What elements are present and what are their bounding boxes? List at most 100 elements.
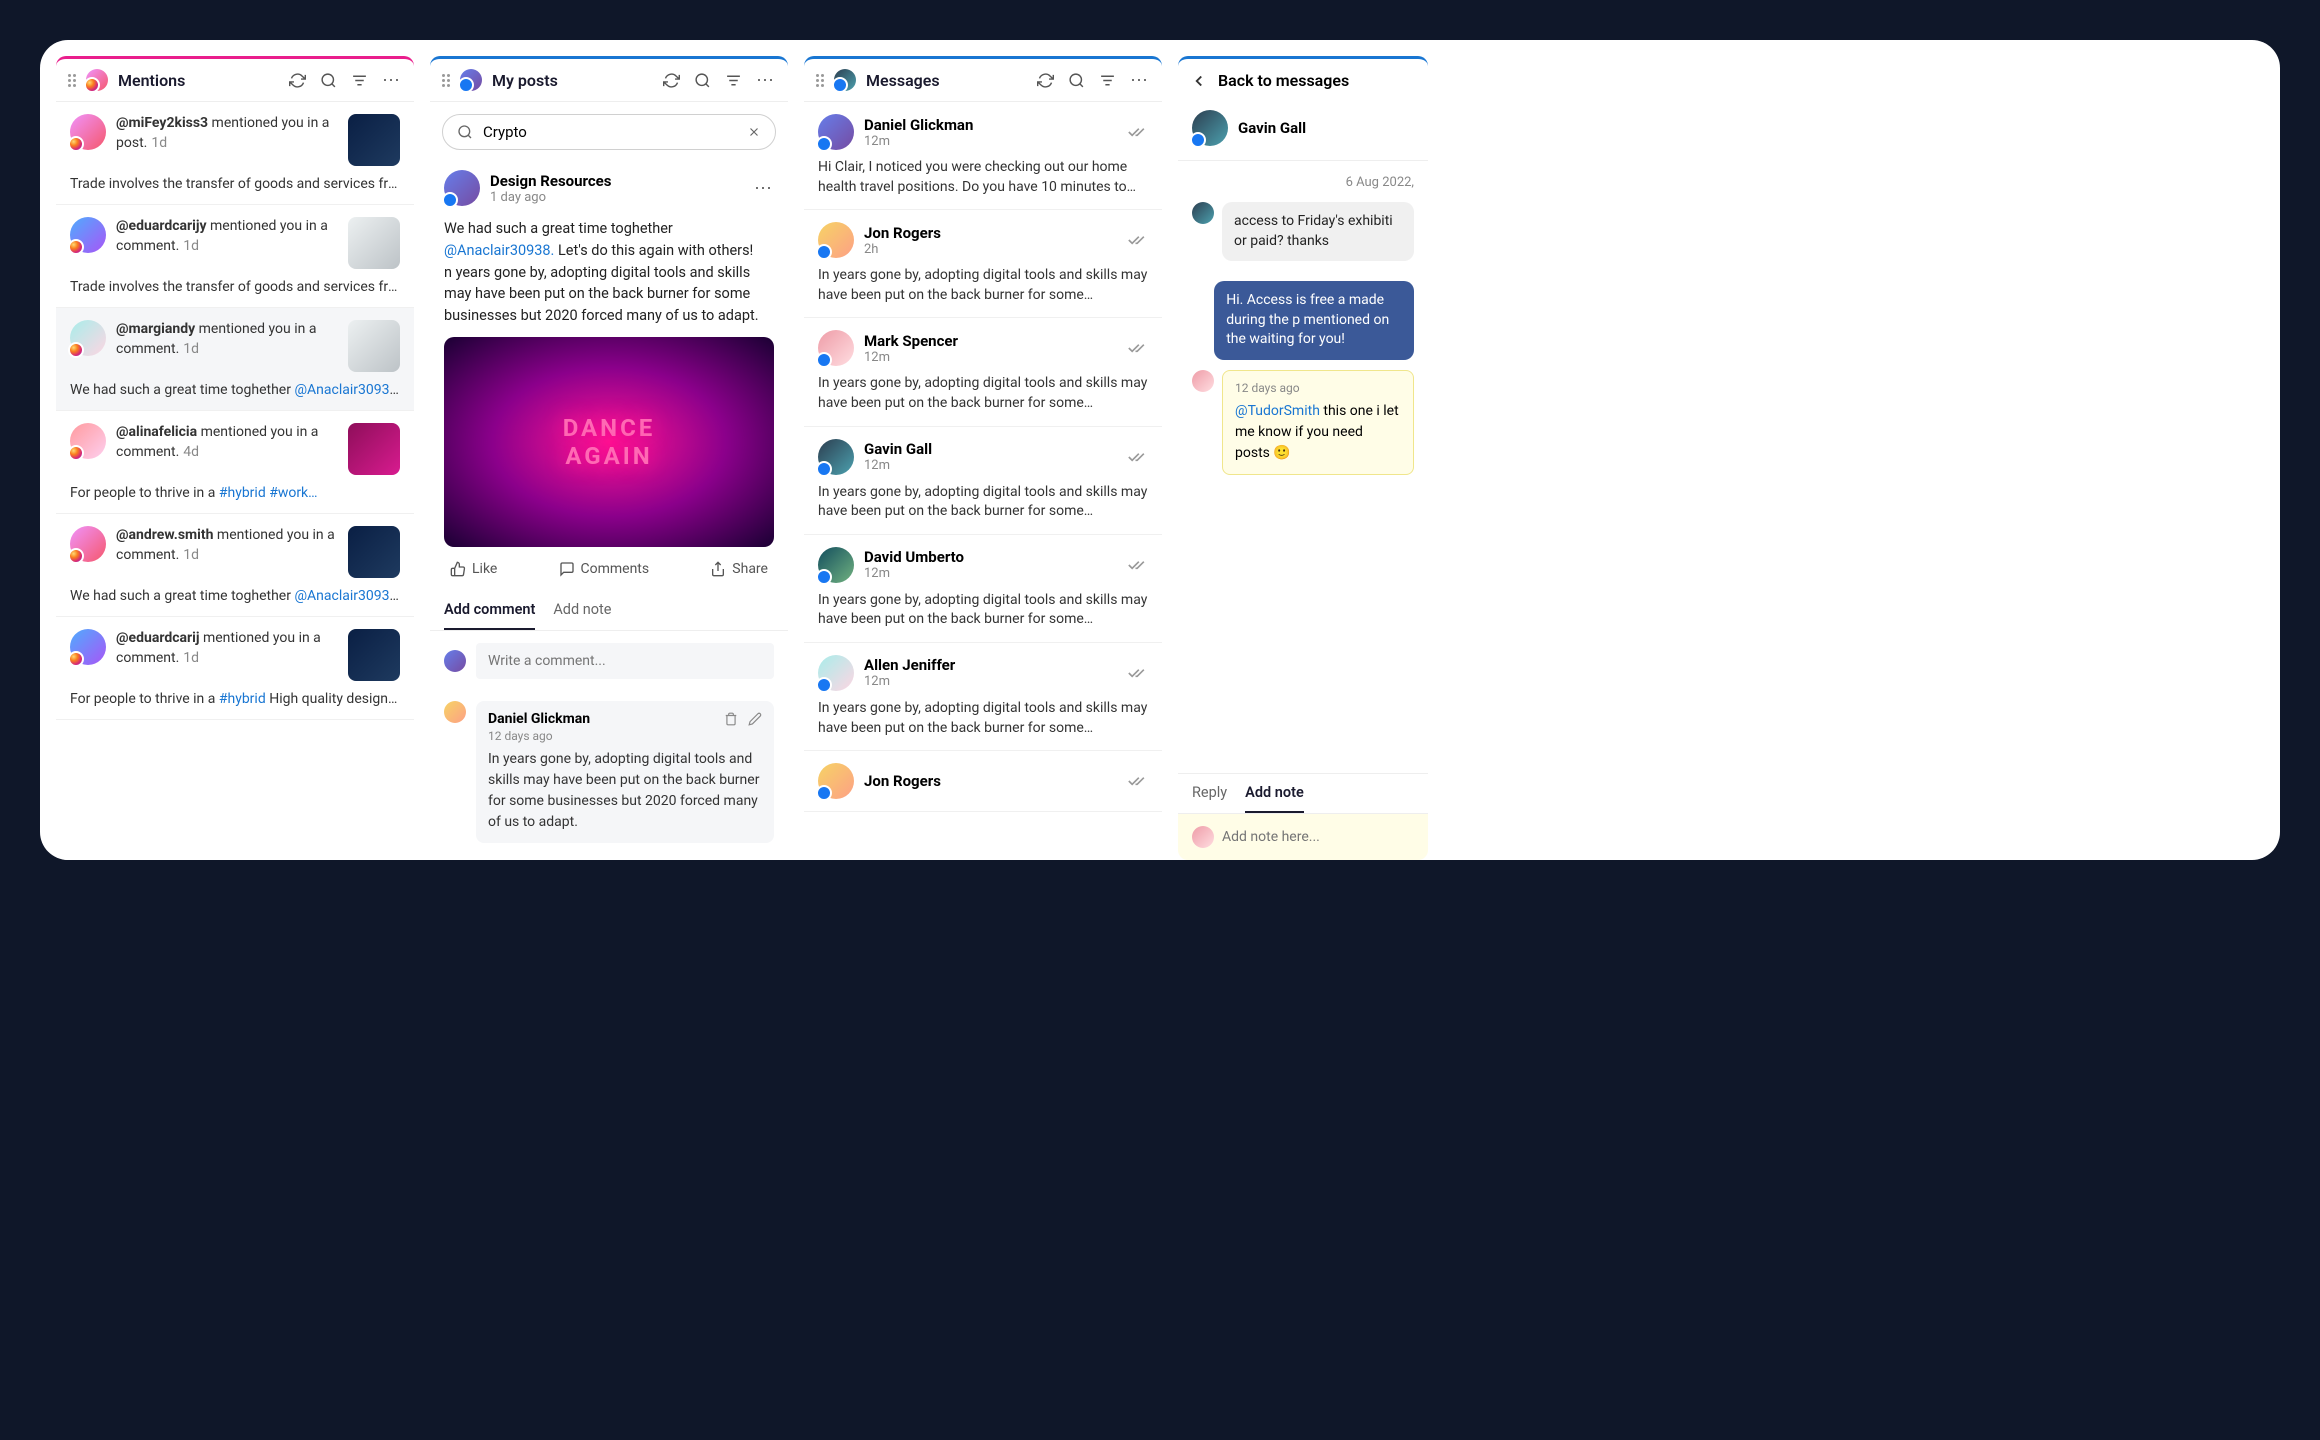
facebook-badge-icon	[458, 77, 474, 93]
tab-add-comment[interactable]: Add comment	[444, 591, 535, 630]
delete-icon[interactable]	[724, 712, 738, 726]
message-preview: In years gone by, adopting digital tools…	[818, 591, 1148, 630]
message-item[interactable]: Jon Rogers	[804, 751, 1162, 812]
filter-icon[interactable]	[351, 72, 368, 89]
note-input[interactable]	[1222, 829, 1414, 845]
facebook-badge-icon	[816, 136, 832, 152]
comment-tabs: Add comment Add note	[430, 591, 788, 631]
mention-link[interactable]: @TudorSmith	[1235, 403, 1320, 419]
message-item[interactable]: David Umberto12mIn years gone by, adopti…	[804, 535, 1162, 643]
column-title: My posts	[492, 71, 653, 90]
comments-button[interactable]: Comments	[559, 561, 650, 577]
message-avatar	[818, 114, 854, 150]
message-item[interactable]: Daniel Glickman12mHi Clair, I noticed yo…	[804, 102, 1162, 210]
message-avatar	[818, 439, 854, 475]
mention-thumbnail	[348, 629, 400, 681]
mention-snippet: We had such a great time toghether @Anac…	[70, 588, 400, 604]
message-preview: In years gone by, adopting digital tools…	[818, 483, 1148, 522]
filter-icon[interactable]	[725, 72, 742, 89]
mention-item[interactable]: @miFey2kiss3 mentioned you in a post.1dT…	[56, 102, 414, 205]
chat-date: 6 Aug 2022,	[1192, 175, 1414, 190]
mention-item[interactable]: @eduardcarij mentioned you in a comment.…	[56, 617, 414, 720]
search-icon[interactable]	[1068, 72, 1085, 89]
messages-column: Messages ⋯ Daniel Glickman12mHi Clair, I…	[804, 56, 1162, 860]
refresh-icon[interactable]	[289, 72, 306, 89]
mention-thumbnail	[348, 217, 400, 269]
mention-avatar	[70, 526, 106, 562]
mention-item[interactable]: @eduardcarijy mentioned you in a comment…	[56, 205, 414, 308]
app-container: Mentions ⋯ @miFey2kiss3 mentioned you in…	[40, 40, 2280, 860]
edit-icon[interactable]	[748, 712, 762, 726]
search-icon[interactable]	[320, 72, 337, 89]
mention-avatar	[70, 320, 106, 356]
mention-thumbnail	[348, 114, 400, 166]
message-time: 12m	[864, 458, 1118, 473]
facebook-badge-icon	[832, 77, 848, 93]
mention-link[interactable]: @Anaclair30938.	[444, 242, 554, 259]
message-avatar	[818, 547, 854, 583]
search-input[interactable]	[483, 123, 737, 141]
clear-icon[interactable]	[747, 125, 761, 139]
message-preview: In years gone by, adopting digital tools…	[818, 374, 1148, 413]
facebook-badge-icon	[816, 461, 832, 477]
drag-handle-icon[interactable]	[816, 74, 824, 87]
current-user-avatar	[1192, 826, 1214, 848]
mention-snippet: For people to thrive in a #hybrid #work…	[70, 485, 400, 501]
chat-body: 6 Aug 2022, access to Friday's exhibiti …	[1178, 161, 1428, 773]
mention-snippet: Trade involves the transfer of goods and…	[70, 176, 400, 192]
post-more-icon[interactable]: ⋯	[754, 178, 774, 199]
note-bubble: 12 days ago @TudorSmith this one i let m…	[1222, 370, 1414, 475]
facebook-badge-icon	[816, 352, 832, 368]
post-image[interactable]: DANCE AGAIN	[444, 337, 774, 547]
mention-text: @margiandy mentioned you in a comment.1d	[116, 320, 338, 359]
message-preview: Hi Clair, I noticed you were checking ou…	[818, 158, 1148, 197]
mentions-list: @miFey2kiss3 mentioned you in a post.1dT…	[56, 102, 414, 860]
instagram-badge-icon	[68, 548, 84, 564]
message-item[interactable]: Gavin Gall12m In years gone by, adopting …	[804, 427, 1162, 535]
message-avatar	[818, 222, 854, 258]
note-time: 12 days ago	[1235, 381, 1401, 395]
tab-add-note[interactable]: Add note	[1245, 774, 1304, 813]
current-user-avatar	[444, 650, 466, 672]
mention-item[interactable]: @alinafelicia mentioned you in a comment…	[56, 411, 414, 514]
mention-avatar	[70, 423, 106, 459]
back-button[interactable]: Back to messages	[1178, 59, 1428, 102]
myposts-column: My posts ⋯ Design Resource	[430, 56, 788, 860]
post-author-name: Design Resources	[490, 172, 744, 190]
search-icon[interactable]	[694, 72, 711, 89]
more-icon[interactable]: ⋯	[756, 70, 776, 91]
read-check-icon	[1128, 450, 1148, 464]
message-item[interactable]: Allen Jeniffer12mIn years gone by, adopt…	[804, 643, 1162, 751]
refresh-icon[interactable]	[1037, 72, 1054, 89]
message-sender: Allen Jeniffer	[864, 656, 1118, 674]
drag-handle-icon[interactable]	[68, 74, 76, 87]
comment-icon	[559, 561, 575, 577]
comment-input[interactable]	[476, 643, 774, 679]
more-icon[interactable]: ⋯	[1130, 70, 1150, 91]
message-item[interactable]: Jon Rogers2hIn years gone by, adopting d…	[804, 210, 1162, 318]
tab-add-note[interactable]: Add note	[553, 591, 611, 630]
refresh-icon[interactable]	[663, 72, 680, 89]
search-box[interactable]	[442, 114, 776, 150]
post-author-avatar	[444, 170, 480, 206]
message-avatar	[818, 655, 854, 691]
search-icon	[457, 124, 473, 140]
message-item[interactable]: Mark Spencer12mIn years gone by, adoptin…	[804, 318, 1162, 426]
tab-reply[interactable]: Reply	[1192, 774, 1227, 813]
mention-text: @eduardcarij mentioned you in a comment.…	[116, 629, 338, 668]
more-icon[interactable]: ⋯	[382, 70, 402, 91]
message-preview: In years gone by, adopting digital tools…	[818, 699, 1148, 738]
filter-icon[interactable]	[1099, 72, 1116, 89]
drag-handle-icon[interactable]	[442, 74, 450, 87]
message-time: 2h	[864, 242, 1118, 257]
message-sender: Gavin Gall	[864, 440, 1118, 458]
comment-text: In years gone by, adopting digital tools…	[488, 749, 762, 833]
post: Design Resources 1 day ago ⋯ We had such…	[430, 162, 788, 591]
mention-item[interactable]: @margiandy mentioned you in a comment.1d…	[56, 308, 414, 411]
like-button[interactable]: Like	[450, 561, 497, 577]
mention-item[interactable]: @andrew.smith mentioned you in a comment…	[56, 514, 414, 617]
facebook-badge-icon	[816, 244, 832, 260]
share-button[interactable]: Share	[710, 561, 768, 577]
mention-text: @eduardcarijy mentioned you in a comment…	[116, 217, 338, 256]
mention-avatar	[70, 217, 106, 253]
